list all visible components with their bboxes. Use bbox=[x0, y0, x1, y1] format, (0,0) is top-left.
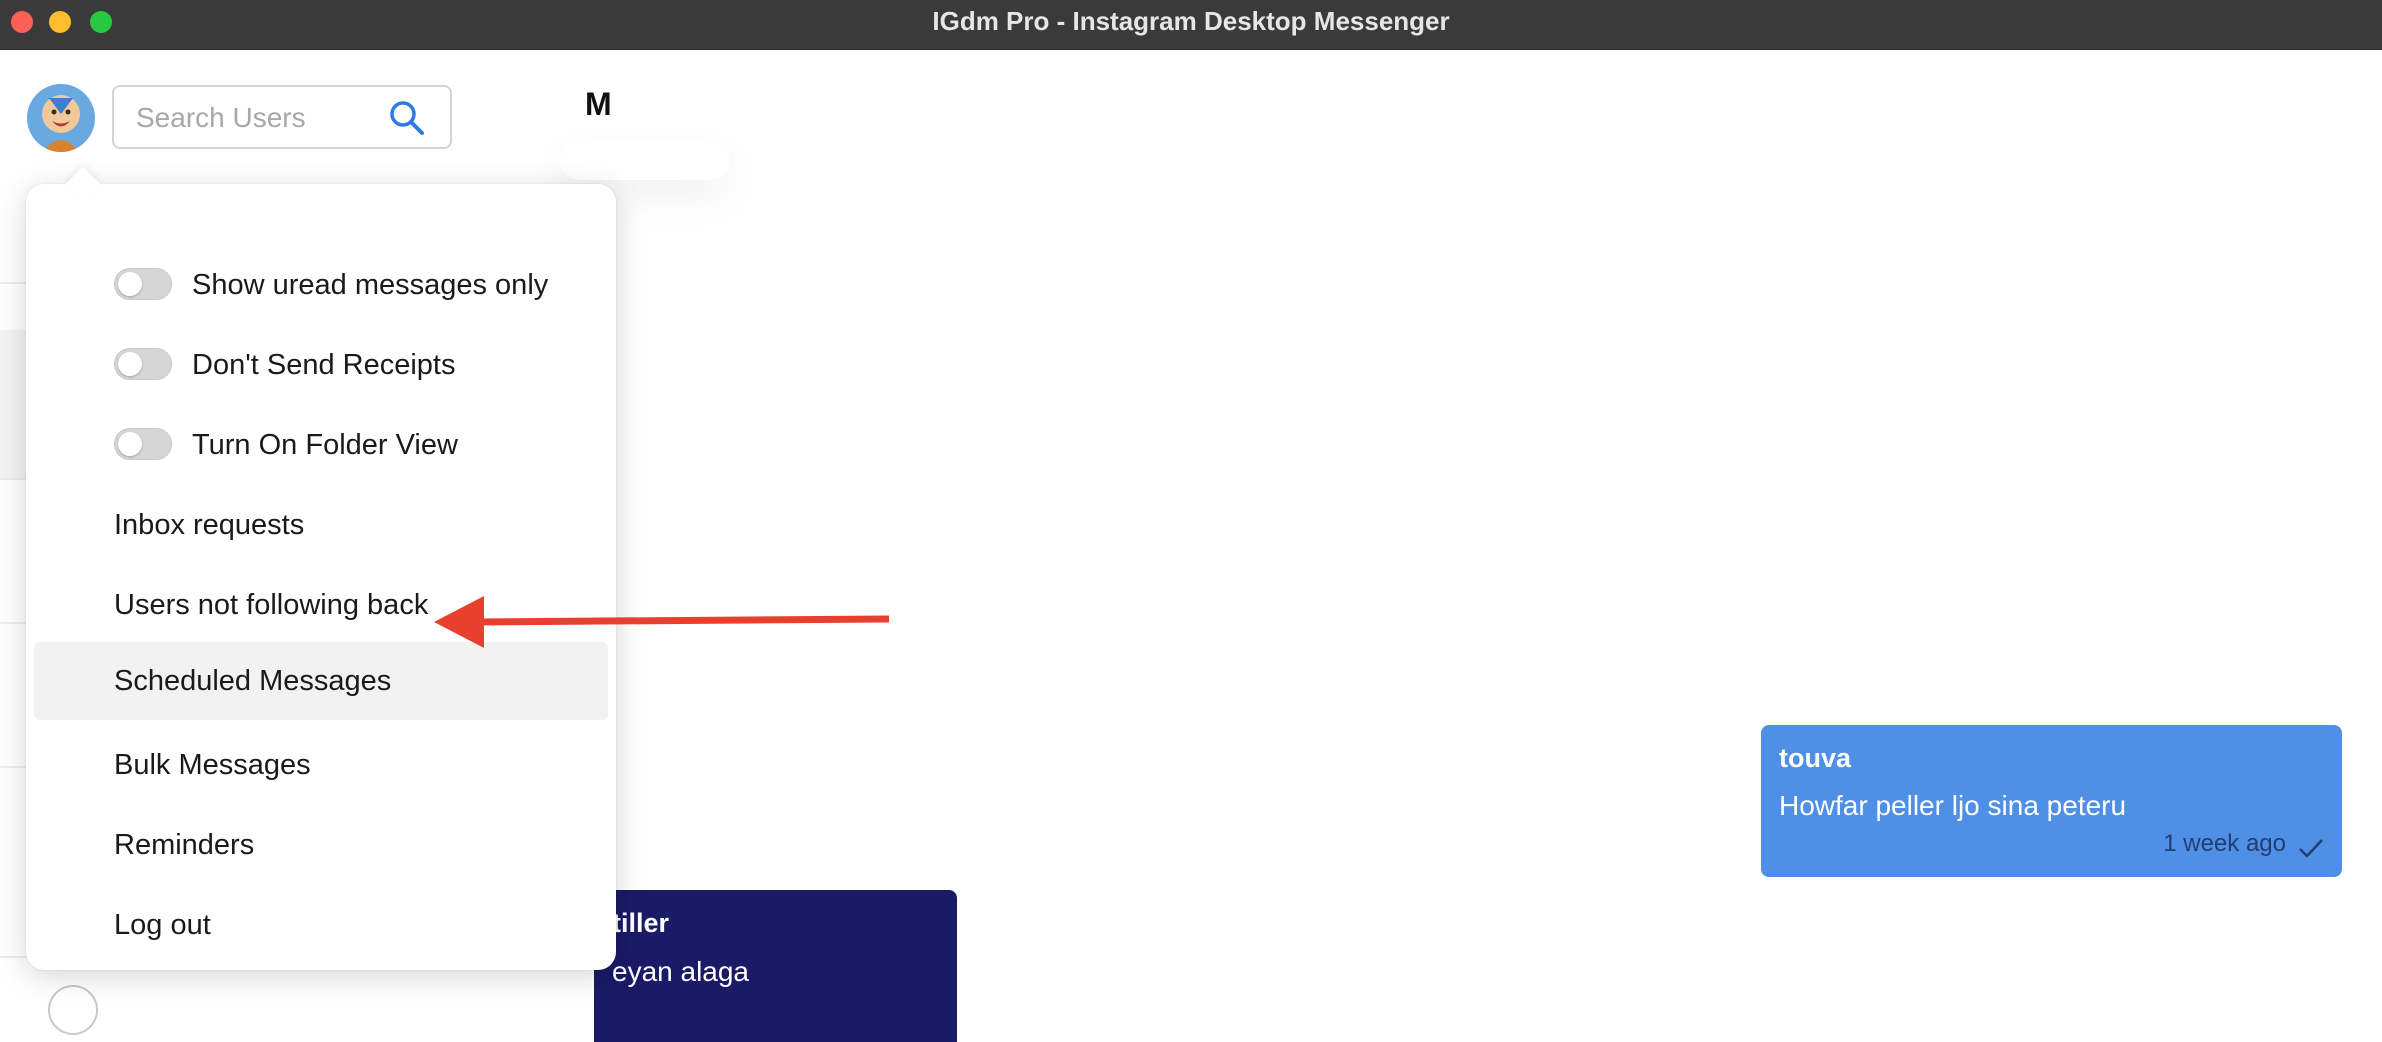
menu-item-label: Don't Send Receipts bbox=[192, 349, 456, 381]
header-shadow bbox=[560, 140, 730, 180]
menu-item-label: Inbox requests bbox=[114, 509, 305, 541]
message-time: 1 week ago bbox=[2163, 830, 2286, 857]
menu-item-log-out[interactable]: Log out bbox=[34, 886, 608, 964]
menu-item-scheduled-messages[interactable]: Scheduled Messages bbox=[34, 642, 608, 720]
menu-item-folder-view[interactable]: Turn On Folder View bbox=[34, 406, 608, 484]
menu-item-show-unread[interactable]: Show uread messages only bbox=[34, 246, 608, 324]
user-avatar[interactable] bbox=[27, 84, 95, 152]
app-area: yyyyyyy M touva Howfar pe bbox=[0, 50, 2382, 1042]
menu-item-label: Reminders bbox=[114, 829, 255, 861]
message-text: eyan alaga bbox=[612, 956, 750, 987]
menu-item-dont-send-receipts[interactable]: Don't Send Receipts bbox=[34, 326, 608, 404]
toggle-knob bbox=[118, 352, 142, 376]
window-title: IGdm Pro - Instagram Desktop Messenger bbox=[932, 6, 1450, 36]
conversation-avatar[interactable] bbox=[48, 985, 98, 1035]
menu-item-label: Users not following back bbox=[114, 589, 429, 621]
toggle-switch[interactable] bbox=[114, 348, 172, 380]
check-icon bbox=[2299, 839, 2323, 858]
toggle-knob bbox=[118, 272, 142, 296]
toggle-switch[interactable] bbox=[114, 428, 172, 460]
chat-title: M bbox=[585, 86, 612, 122]
toggle-switch[interactable] bbox=[114, 268, 172, 300]
menu-item-label: Turn On Folder View bbox=[192, 429, 458, 461]
message-text: Howfar peller ljo sina peteru bbox=[1779, 790, 2127, 821]
menu-item-label: Log out bbox=[114, 909, 211, 941]
avatar-image bbox=[27, 84, 95, 152]
menu-item-label: Bulk Messages bbox=[114, 749, 311, 781]
menu-item-bulk-messages[interactable]: Bulk Messages bbox=[34, 726, 608, 804]
menu-item-users-not-following-back[interactable]: Users not following back bbox=[34, 566, 608, 644]
menu-item-reminders[interactable]: Reminders bbox=[34, 806, 608, 884]
message-sender: tiller bbox=[612, 908, 670, 938]
toggle-knob bbox=[118, 432, 142, 456]
settings-menu: Show uread messages only Don't Send Rece… bbox=[26, 166, 616, 970]
search-box bbox=[112, 85, 452, 149]
title-bar: IGdm Pro - Instagram Desktop Messenger bbox=[0, 0, 2382, 50]
menu-item-inbox-requests[interactable]: Inbox requests bbox=[34, 486, 608, 564]
message-sender: touva bbox=[1779, 743, 1852, 773]
message-bubble-outgoing[interactable]: touva Howfar peller ljo sina peteru 1 we… bbox=[1761, 725, 2342, 877]
search-input[interactable] bbox=[134, 97, 384, 139]
search-icon[interactable] bbox=[388, 99, 426, 137]
message-bubble-incoming[interactable]: tiller eyan alaga bbox=[594, 890, 957, 1042]
menu-item-label: Show uread messages only bbox=[192, 269, 549, 301]
menu-item-label: Scheduled Messages bbox=[114, 665, 392, 697]
